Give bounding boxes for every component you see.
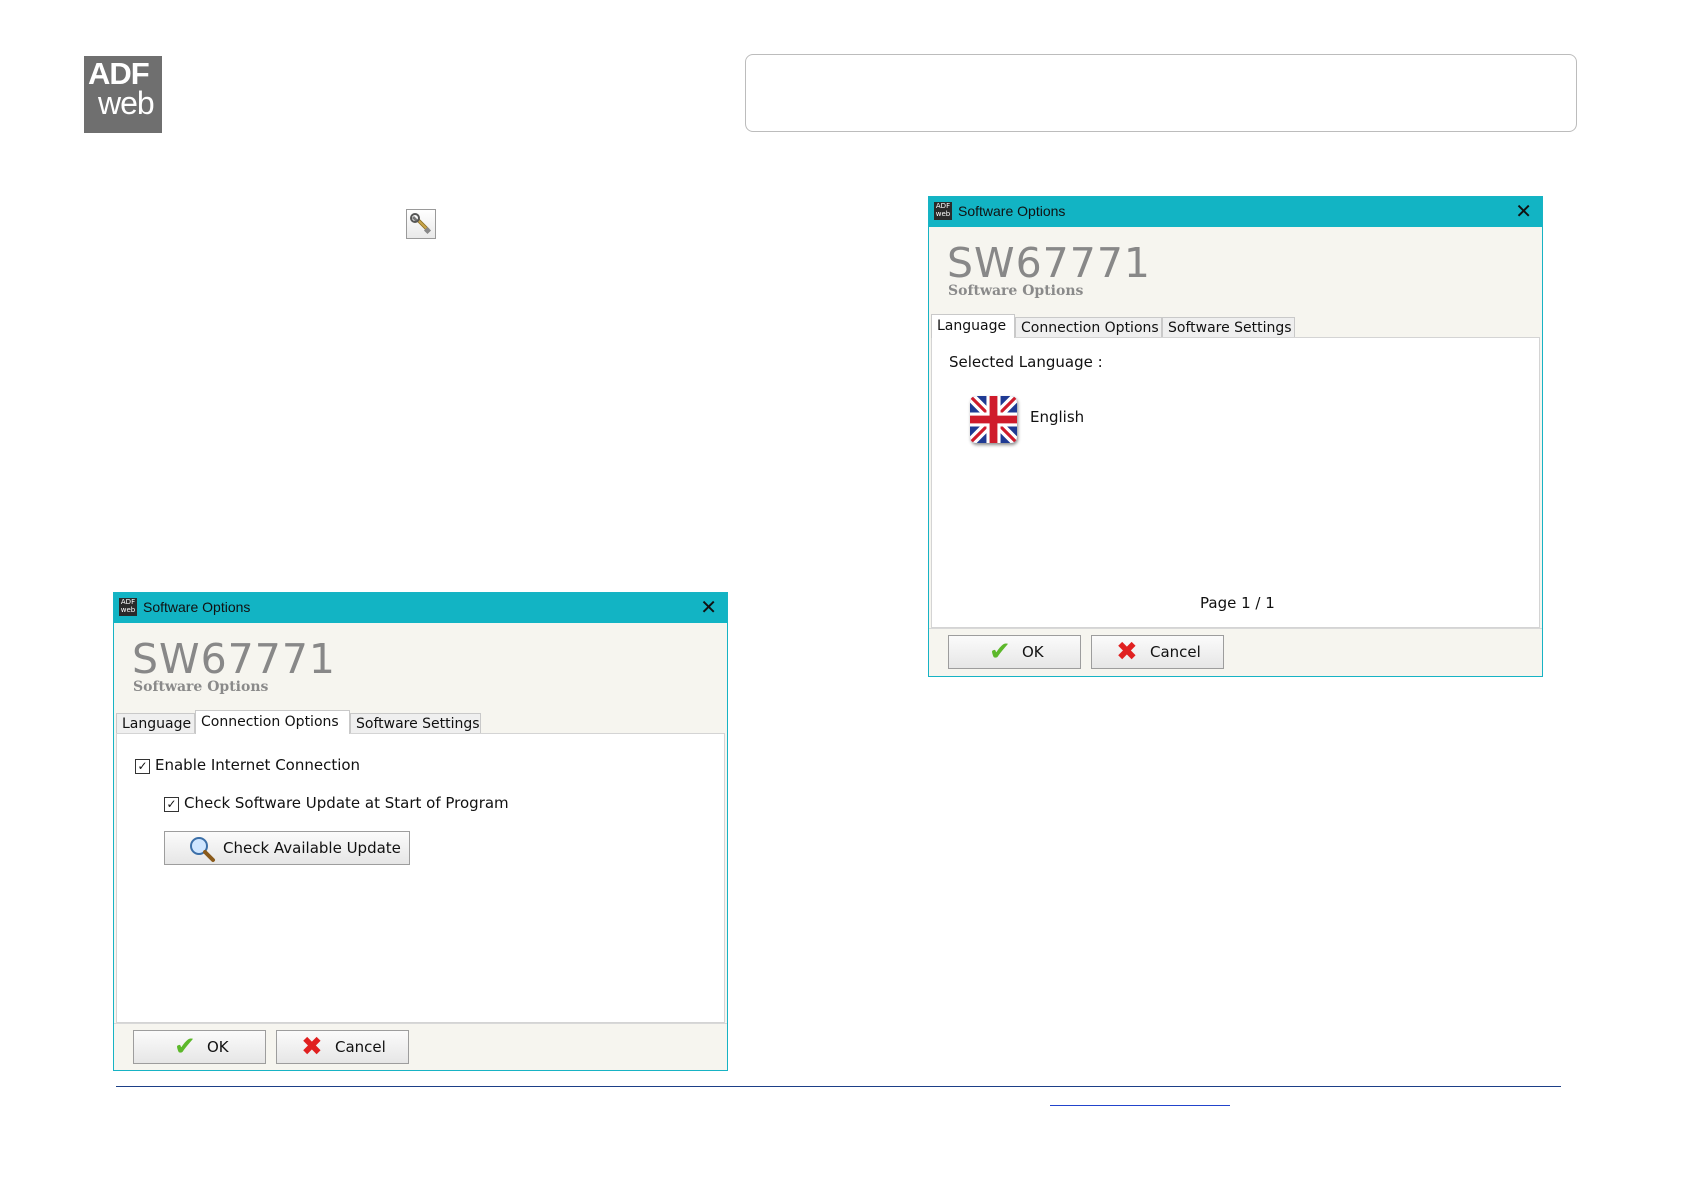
cancel-label: Cancel xyxy=(335,1038,386,1056)
dialog-subtitle: Software Options xyxy=(133,679,269,695)
tab-connection-options[interactable]: Connection Options xyxy=(1015,317,1162,337)
close-icon[interactable]: ✕ xyxy=(1515,200,1532,222)
footer-link-underline[interactable] xyxy=(1050,1105,1230,1106)
uk-flag-icon[interactable] xyxy=(970,396,1017,443)
enable-internet-label[interactable]: Enable Internet Connection xyxy=(155,756,360,774)
app-icon: ADF web xyxy=(934,202,952,220)
dialog-subtitle: Software Options xyxy=(948,283,1084,299)
close-icon[interactable]: ✕ xyxy=(700,596,717,618)
header-box xyxy=(745,54,1577,132)
cancel-button[interactable]: ✖ Cancel xyxy=(276,1030,409,1064)
selected-language-label: Selected Language : xyxy=(949,353,1103,371)
software-options-tool-button[interactable] xyxy=(406,209,436,239)
cross-icon: ✖ xyxy=(1116,637,1138,667)
footer-line xyxy=(116,1086,1561,1087)
enable-internet-checkbox[interactable]: ✓ xyxy=(135,759,150,774)
logo-text-bottom: web xyxy=(98,85,155,121)
check-available-update-button[interactable]: Check Available Update xyxy=(164,831,410,865)
cancel-label: Cancel xyxy=(1150,643,1201,661)
cancel-button[interactable]: ✖ Cancel xyxy=(1091,635,1224,669)
checkmark-icon: ✔ xyxy=(989,637,1011,667)
product-code: SW67771 xyxy=(947,239,1151,287)
magnifier-icon xyxy=(187,832,217,864)
dialog-title: Software Options xyxy=(143,599,251,615)
page-indicator: Page 1 / 1 xyxy=(1200,594,1275,612)
dialog-title: Software Options xyxy=(958,203,1066,219)
checkmark-icon: ✔ xyxy=(174,1032,196,1062)
software-options-dialog-connection: ADF web Software Options ✕ SW67771 Softwa… xyxy=(113,592,728,1071)
tab-language[interactable]: Language xyxy=(931,314,1015,338)
language-name[interactable]: English xyxy=(1030,408,1084,426)
dialog-titlebar[interactable]: ADF web Software Options ✕ xyxy=(929,197,1542,227)
connection-options-panel: ✓ Enable Internet Connection ✓ Check Sof… xyxy=(116,733,725,1023)
tab-connection-options[interactable]: Connection Options xyxy=(195,710,350,734)
adf-web-logo: ADF web xyxy=(84,56,162,133)
tab-language[interactable]: Language xyxy=(116,713,195,733)
cross-icon: ✖ xyxy=(301,1032,323,1062)
tab-software-settings[interactable]: Software Settings xyxy=(1162,317,1295,337)
language-panel: Selected Language : English Page 1 / 1 xyxy=(931,337,1540,628)
footer-divider xyxy=(929,628,1542,629)
product-code: SW67771 xyxy=(132,635,336,683)
check-available-update-label: Check Available Update xyxy=(223,839,401,857)
app-icon: ADF web xyxy=(119,598,137,616)
ok-label: OK xyxy=(207,1038,229,1056)
footer-divider xyxy=(114,1023,727,1024)
ok-label: OK xyxy=(1022,643,1044,661)
dialog-titlebar[interactable]: ADF web Software Options ✕ xyxy=(114,593,727,623)
wrench-icon xyxy=(410,213,432,235)
check-update-start-label[interactable]: Check Software Update at Start of Progra… xyxy=(184,794,509,812)
ok-button[interactable]: ✔ OK xyxy=(948,635,1081,669)
check-update-start-checkbox[interactable]: ✓ xyxy=(164,797,179,812)
ok-button[interactable]: ✔ OK xyxy=(133,1030,266,1064)
tab-software-settings[interactable]: Software Settings xyxy=(350,713,481,733)
software-options-dialog-language: ADF web Software Options ✕ SW67771 Softwa… xyxy=(928,196,1543,677)
